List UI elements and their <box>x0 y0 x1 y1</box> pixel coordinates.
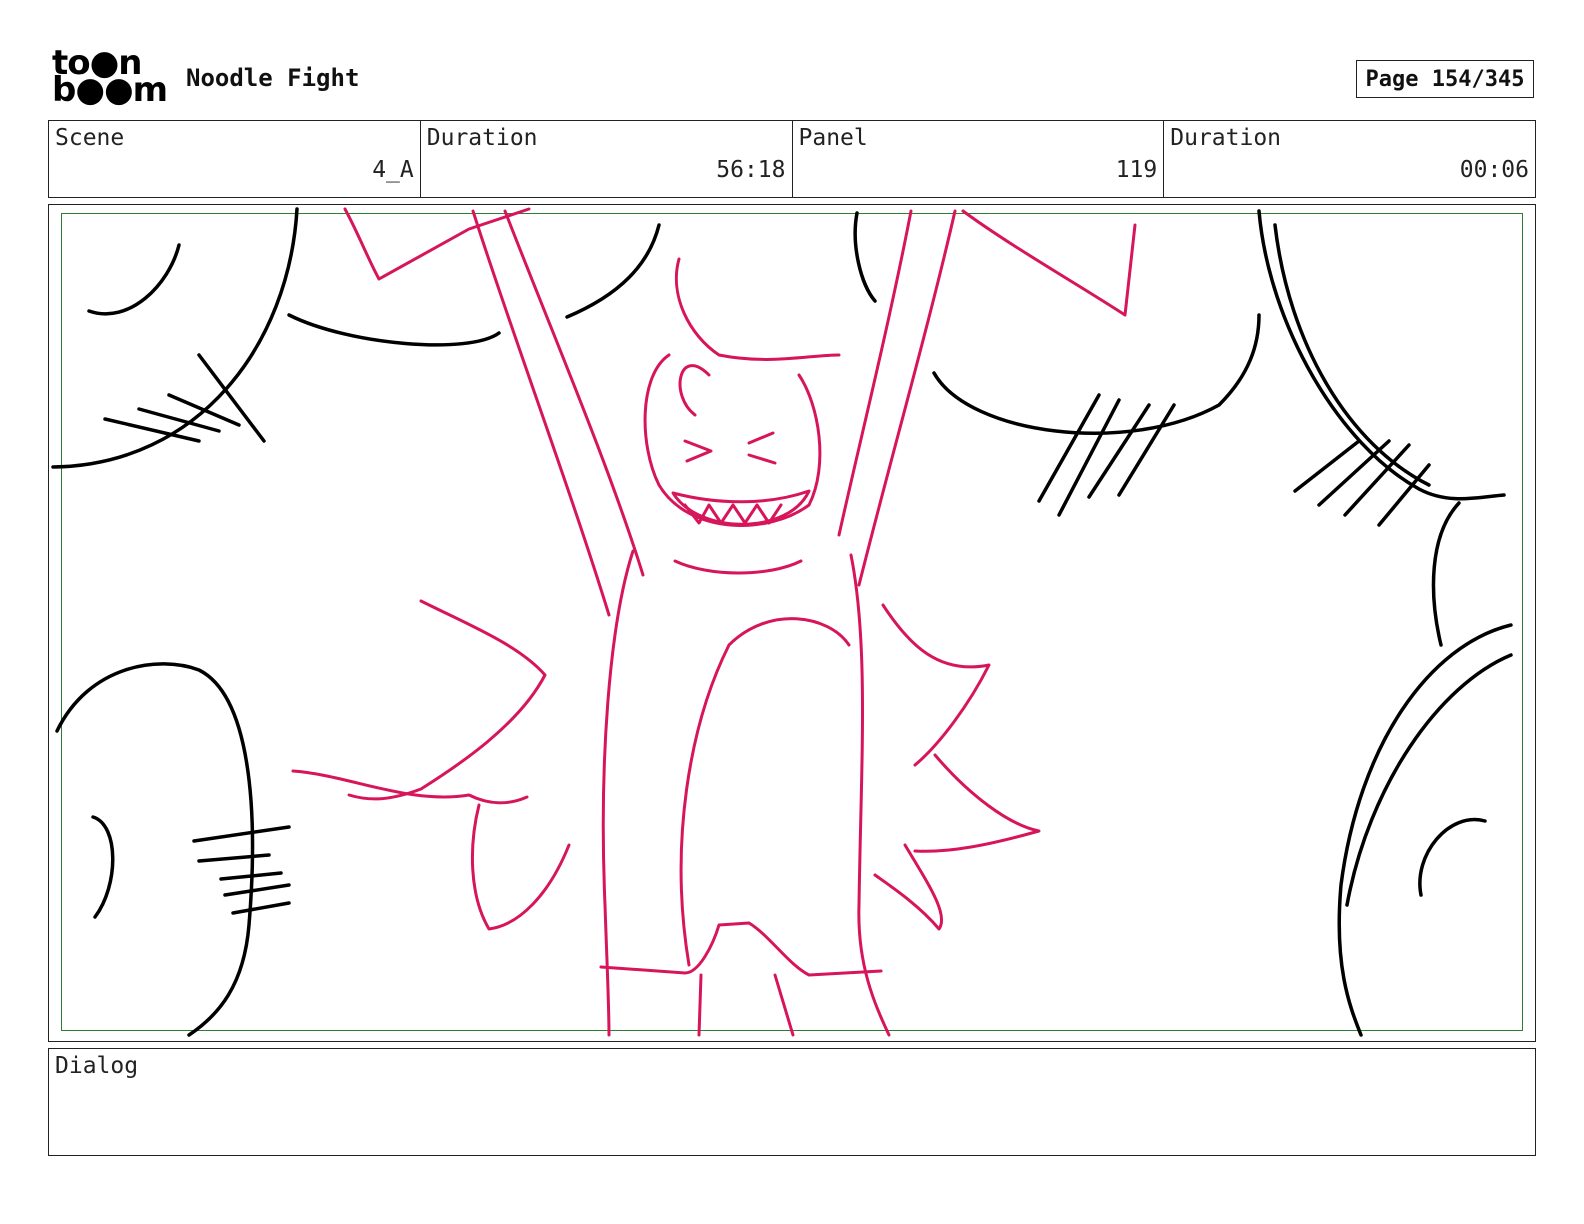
scene-duration-cell: Duration 56:18 <box>421 121 793 197</box>
background-crowd-sketch <box>51 207 1513 1037</box>
panel-duration-value: 00:06 <box>1459 157 1529 183</box>
logo-line-2: b●●m <box>52 70 168 110</box>
dialog-box: Dialog <box>48 1048 1536 1156</box>
character-sketch <box>291 207 1137 1037</box>
page-number-badge: Page 154/345 <box>1356 60 1534 98</box>
project-title: Noodle Fight <box>186 64 360 92</box>
panel-duration-label: Duration <box>1170 125 1282 151</box>
panel-value: 119 <box>1115 157 1158 183</box>
toonboom-logo: to●n b●●m <box>52 46 168 112</box>
panel-cell: Panel 119 <box>793 121 1165 197</box>
scene-duration-label: Duration <box>426 125 538 151</box>
scene-label: Scene <box>55 125 125 151</box>
dialog-label: Dialog <box>55 1053 139 1079</box>
scene-cell: Scene 4_A <box>49 121 421 197</box>
storyboard-panel <box>48 204 1536 1042</box>
panel-duration-cell: Duration 00:06 <box>1164 121 1535 197</box>
panel-label: Panel <box>798 125 868 151</box>
panel-info-row: Scene 4_A Duration 56:18 Panel 119 Durat… <box>48 120 1536 198</box>
panel-sketch <box>51 207 1513 1037</box>
scene-value: 4_A <box>372 157 414 183</box>
scene-duration-value: 56:18 <box>716 157 786 183</box>
